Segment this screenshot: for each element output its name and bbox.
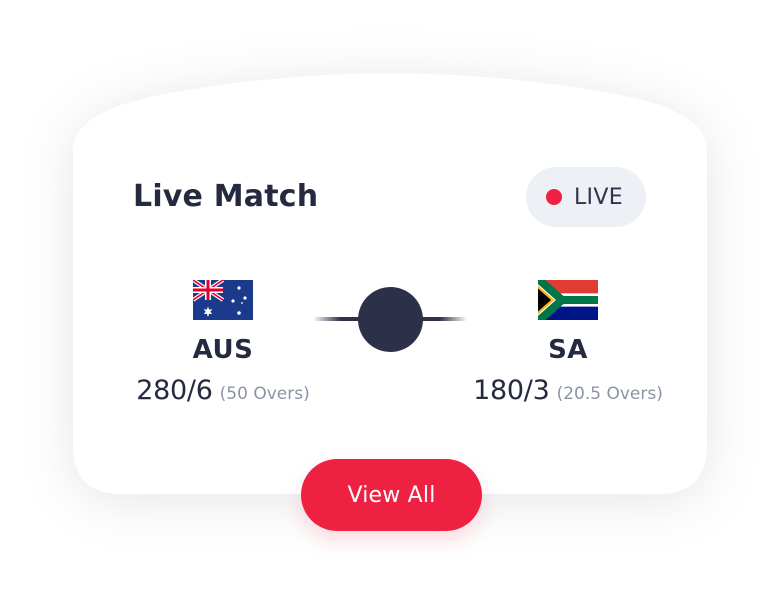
versus-circle-icon [358, 287, 423, 352]
page-title: Live Match [133, 179, 319, 214]
team-overs: (20.5 Overs) [556, 384, 663, 404]
view-all-button[interactable]: View All [301, 459, 482, 531]
team-score: 280/6 [136, 375, 213, 406]
team-sa: SA 180/3 (20.5 Overs) [438, 280, 698, 409]
live-badge[interactable]: LIVE [526, 167, 646, 227]
score-line: 280/6 (50 Overs) [93, 376, 353, 409]
team-name: AUS [192, 335, 254, 365]
team-name: SA [548, 335, 588, 365]
team-overs: (50 Overs) [219, 384, 310, 404]
live-label: LIVE [574, 184, 623, 210]
live-dot-icon [546, 189, 562, 205]
south-africa-flag-icon [538, 280, 598, 320]
australia-flag-icon [193, 280, 253, 320]
team-aus: AUS 280/6 (50 Overs) [93, 280, 353, 409]
score-line: 180/3 (20.5 Overs) [438, 376, 698, 409]
team-score: 180/3 [473, 375, 550, 406]
live-match-widget: Live Match LIVE AUS 280/6 (50 Overs) SA … [0, 0, 780, 604]
